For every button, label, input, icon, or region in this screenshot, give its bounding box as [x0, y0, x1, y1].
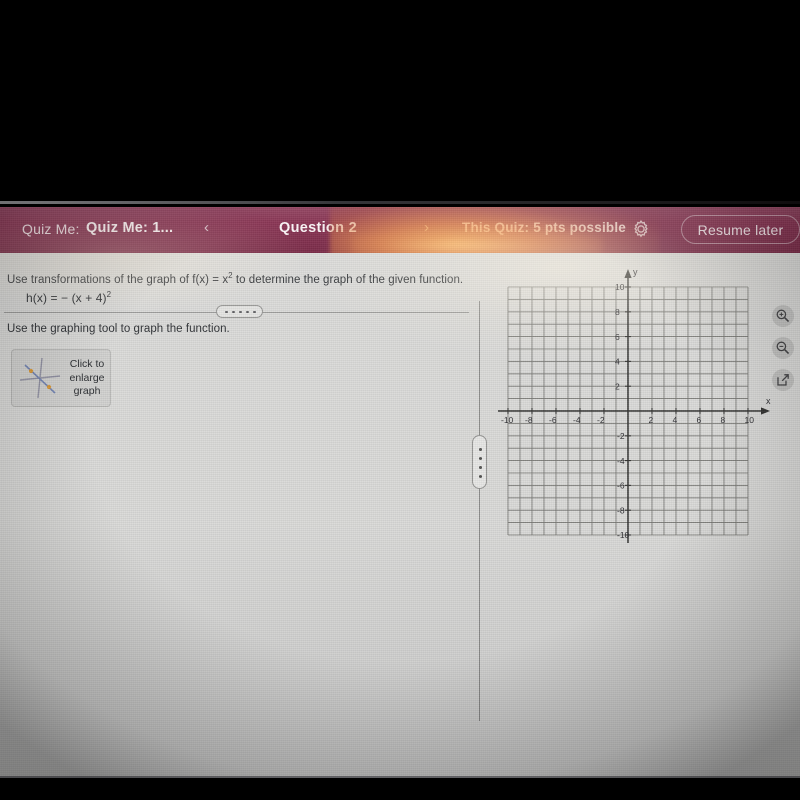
y-tick-label: -4 — [617, 456, 625, 466]
grip-dot — [225, 310, 228, 313]
grip-dot — [478, 466, 482, 469]
x-tick-label: 10 — [745, 415, 755, 425]
axis-lines — [498, 269, 770, 543]
zoom-out-icon[interactable] — [772, 337, 794, 359]
equation-exponent: 2 — [106, 290, 112, 299]
x-tick-label: -6 — [549, 415, 557, 425]
quiz-name[interactable]: Quiz Me: 1... — [86, 220, 173, 236]
screen-content: Quiz Me: Quiz Me: 1... ‹ Question 2 › Th… — [0, 207, 800, 778]
enlarge-graph-label: Click to enlarge graph — [69, 358, 105, 397]
x-tick-label: 2 — [649, 415, 654, 425]
y-tick-label: -8 — [617, 505, 625, 515]
vertical-divider — [479, 301, 480, 721]
quiz-top-bar: Quiz Me: Quiz Me: 1... ‹ Question 2 › Th… — [0, 207, 800, 253]
previous-question-icon[interactable]: ‹ — [204, 219, 209, 236]
equation-body: h(x) = − (x + 4) — [26, 291, 107, 305]
grip-dot — [232, 310, 235, 313]
x-tick-label: 6 — [697, 415, 702, 425]
y-tick-label: 6 — [615, 332, 620, 342]
quiz-label: Quiz Me: — [22, 221, 80, 237]
resume-later-button[interactable]: Resume later — [681, 215, 800, 244]
grip-dot — [239, 310, 242, 313]
photographed-screen: Quiz Me: Quiz Me: 1... ‹ Question 2 › Th… — [0, 0, 800, 800]
question-equation: h(x) = − (x + 4)2 — [26, 290, 112, 306]
coordinate-plane-graph[interactable]: -10 -8 -6 -4 -2 2 4 6 8 10 10 8 6 4 2 -2 -4 -6 -8 -10 x y — [490, 267, 790, 557]
grip-dot — [478, 475, 482, 478]
grip-dot — [246, 310, 249, 313]
y-tick-label: 8 — [615, 307, 620, 317]
x-tick-label: -2 — [597, 415, 605, 425]
horizontal-splitter-handle[interactable] — [216, 305, 263, 318]
y-tick-label: -10 — [617, 530, 630, 540]
question-prompt-tail: to determine the graph of the given func… — [232, 274, 464, 286]
zoom-in-icon[interactable] — [772, 305, 794, 327]
x-tick-label: 4 — [673, 415, 678, 425]
lamp-glare-streak — [352, 233, 602, 253]
x-tick-label: -4 — [573, 415, 581, 425]
y-axis-label: y — [633, 267, 638, 277]
gear-icon[interactable] — [631, 219, 651, 239]
graph-thumbnail-icon — [16, 354, 64, 402]
graph-canvas[interactable]: -10 -8 -6 -4 -2 2 4 6 8 10 10 8 6 4 2 -2 -4 -6 -8 -10 x y — [490, 267, 790, 557]
question-number: Question 2 — [279, 220, 357, 236]
vertical-splitter-handle[interactable] — [472, 435, 487, 489]
x-tick-label: -8 — [525, 415, 533, 425]
y-axis-arrow — [624, 269, 632, 278]
y-tick-label: 10 — [615, 282, 625, 292]
graphing-instruction: Use the graphing tool to graph the funct… — [7, 323, 230, 335]
grip-dot — [478, 457, 482, 460]
y-tick-label: 2 — [615, 381, 620, 391]
enlarge-graph-button[interactable]: Click to enlarge graph — [11, 349, 111, 407]
question-prompt: Use transformations of the graph of f(x)… — [7, 272, 467, 287]
next-question-icon[interactable]: › — [424, 219, 429, 236]
x-tick-label: 8 — [721, 415, 726, 425]
question-content-area: Use transformations of the graph of f(x)… — [0, 253, 800, 778]
x-axis-arrow — [761, 407, 770, 415]
quiz-points-possible: This Quiz: 5 pts possible — [462, 220, 627, 235]
screen-top-edge — [0, 201, 800, 204]
question-prompt-head: Use transformations of the graph of f(x)… — [7, 274, 229, 286]
x-tick-label: -10 — [501, 415, 514, 425]
open-external-icon[interactable] — [772, 369, 794, 391]
y-tick-label: 4 — [615, 357, 620, 367]
y-tick-label: -6 — [617, 481, 625, 491]
grip-dot — [478, 448, 482, 451]
y-tick-label: -2 — [617, 431, 625, 441]
grip-dot — [253, 310, 256, 313]
x-axis-label: x — [766, 396, 771, 406]
